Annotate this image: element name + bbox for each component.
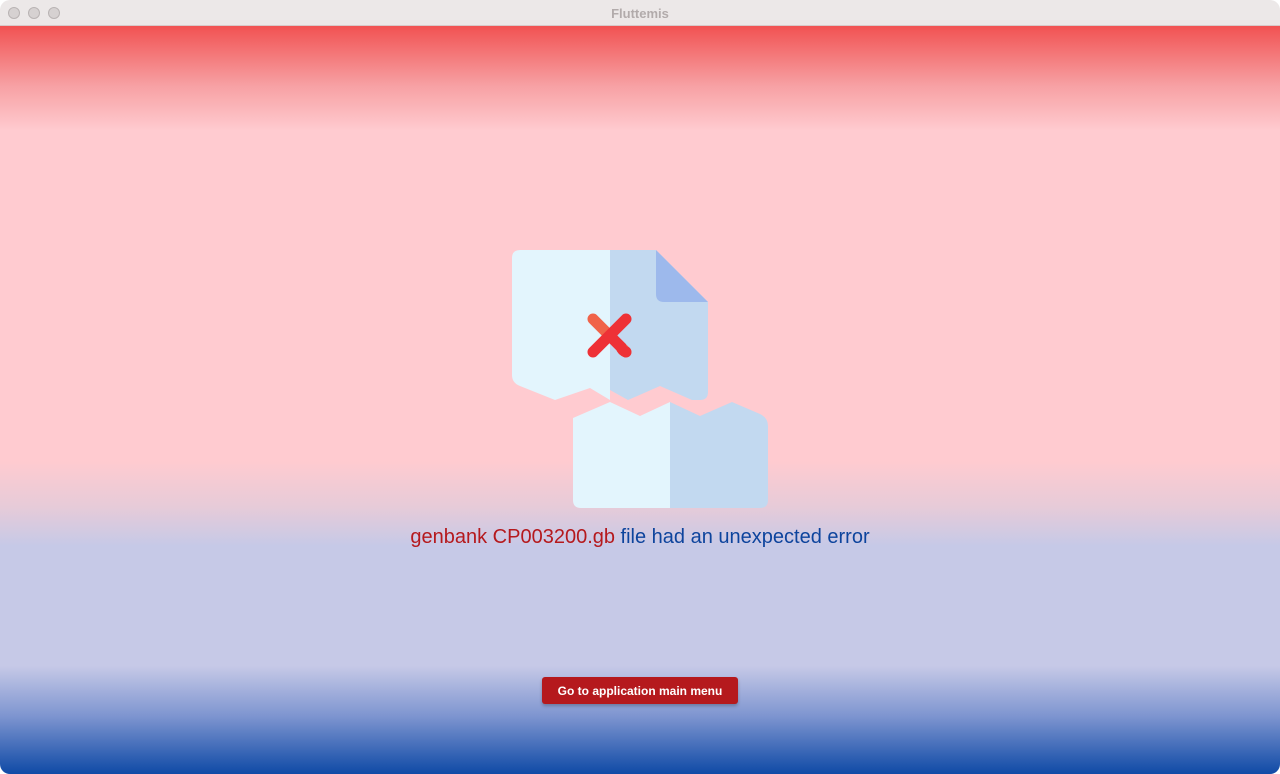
app-window: Fluttemis genbank CP003200.gb file had a… bbox=[0, 0, 1280, 774]
title-bar: Fluttemis bbox=[0, 0, 1280, 26]
error-file-name: genbank CP003200.gb bbox=[410, 526, 615, 548]
broken-file-error-icon bbox=[512, 250, 768, 508]
error-message: genbank CP003200.gb file had an unexpect… bbox=[0, 526, 1280, 549]
error-message-text: file had an unexpected error bbox=[615, 526, 870, 548]
go-to-main-menu-button[interactable]: Go to application main menu bbox=[542, 677, 738, 704]
window-title: Fluttemis bbox=[611, 6, 669, 21]
error-screen: genbank CP003200.gb file had an unexpect… bbox=[0, 26, 1280, 774]
